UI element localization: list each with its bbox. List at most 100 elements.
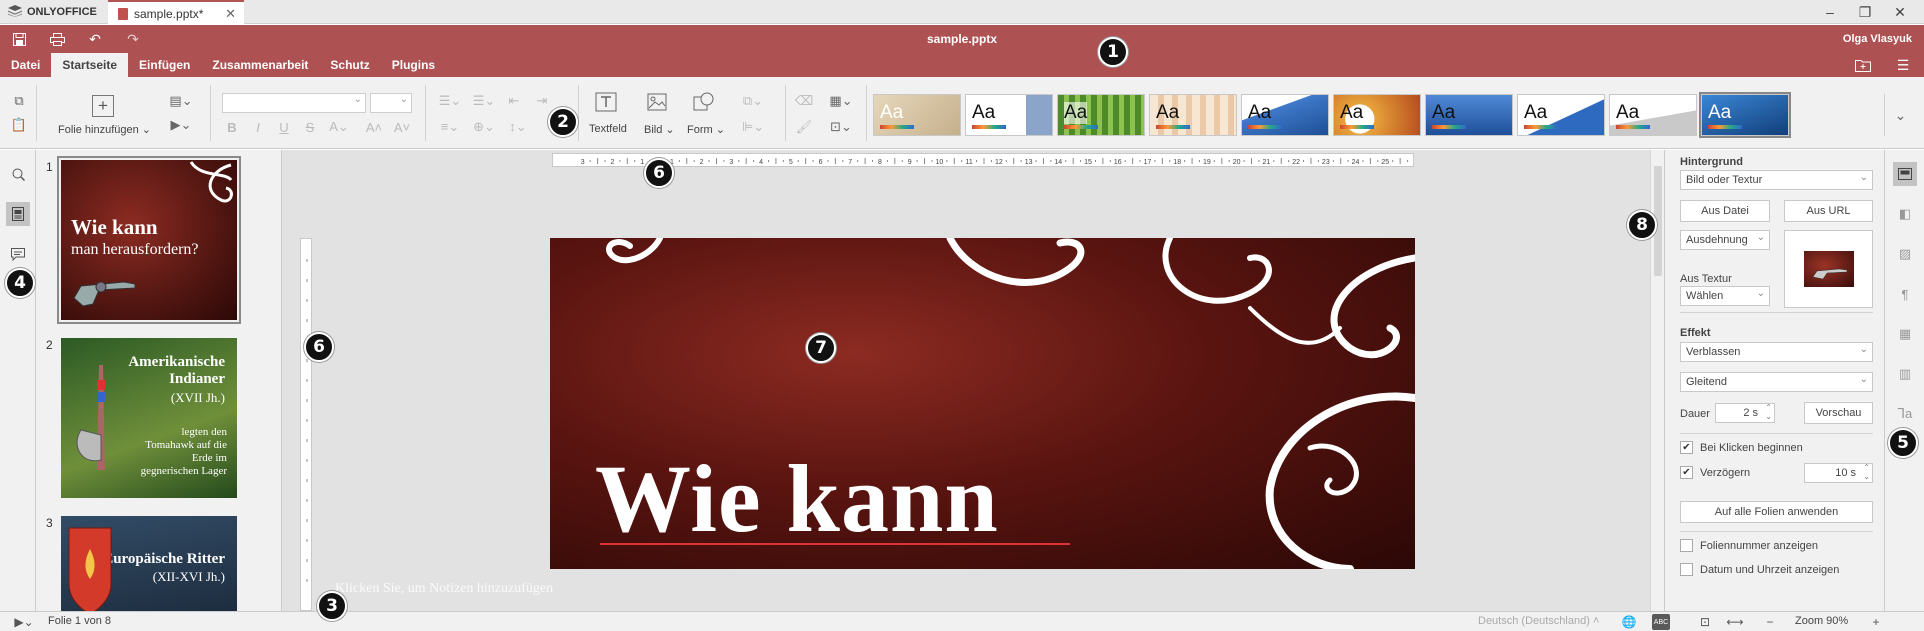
textbox-icon[interactable] xyxy=(594,91,618,113)
minimize-window-button[interactable]: – xyxy=(1810,0,1850,24)
tab-plugins[interactable]: Plugins xyxy=(381,53,446,77)
numbering-icon[interactable]: ☰⌄ xyxy=(472,93,496,109)
theme-5[interactable]: Aa xyxy=(1241,94,1329,136)
increase-font-icon[interactable]: A˄ xyxy=(366,119,382,135)
theme-gallery-expand-icon[interactable]: ⌄ xyxy=(1884,94,1916,136)
restore-window-button[interactable]: ❐ xyxy=(1845,0,1885,24)
open-file-location-icon[interactable] xyxy=(1853,56,1873,74)
vertical-align-icon[interactable]: ⊕⌄ xyxy=(472,119,496,135)
start-on-click-checkbox[interactable]: ✔ xyxy=(1680,441,1693,454)
font-color-icon[interactable]: A⌄ xyxy=(328,119,350,135)
comments-icon[interactable] xyxy=(6,242,30,266)
clear-style-icon[interactable]: ⌫ xyxy=(795,93,813,109)
search-icon[interactable] xyxy=(6,162,30,186)
tab-protection[interactable]: Schutz xyxy=(319,53,380,77)
table-settings-icon[interactable]: ▦ xyxy=(1893,322,1917,346)
preview-button[interactable]: Vorschau xyxy=(1804,402,1873,424)
tab-insert[interactable]: Einfügen xyxy=(128,53,201,77)
change-layout-icon[interactable]: ▤⌄ xyxy=(168,93,194,109)
slide-size-icon[interactable]: ⊡⌄ xyxy=(828,119,854,135)
color-scheme-icon[interactable]: ▦⌄ xyxy=(828,93,854,109)
decrease-indent-icon[interactable]: ⇤ xyxy=(506,93,522,109)
theme-8[interactable]: Aa xyxy=(1517,94,1605,136)
fill-type-select[interactable]: Bild oder Textur xyxy=(1680,170,1873,190)
shape-settings-icon[interactable]: ◧ xyxy=(1893,202,1917,226)
image-settings-icon[interactable]: ▨ xyxy=(1893,242,1917,266)
duration-spinner[interactable]: 2 s xyxy=(1715,403,1775,423)
shape-icon[interactable] xyxy=(691,91,717,113)
show-slide-number-checkbox[interactable] xyxy=(1680,539,1693,552)
image-button[interactable]: Bild ⌄ xyxy=(644,123,675,136)
close-tab-icon[interactable]: ✕ xyxy=(225,6,236,22)
fill-mode-select[interactable]: Ausdehnung xyxy=(1680,230,1770,250)
vertical-ruler[interactable] xyxy=(300,238,312,611)
horizontal-ruler[interactable]: 3 2 1 1 2 3 4 5 6 7 8 9 10 11 12 13 14 15 16 17 18 19 20 21 22 23… xyxy=(552,153,1414,167)
font-size-select[interactable] xyxy=(370,93,412,113)
tab-file[interactable]: Datei xyxy=(0,53,51,77)
add-slide-button[interactable]: Folie hinzufügen ⌄ xyxy=(58,123,151,136)
delay-checkbox[interactable]: ✔ xyxy=(1680,466,1693,479)
menu-icon[interactable]: ☰ xyxy=(1893,56,1913,74)
strikethrough-icon[interactable]: S xyxy=(302,119,318,135)
theme-6[interactable]: Aa xyxy=(1333,94,1421,136)
slide-thumbnail-3[interactable]: Europäische Ritter (XII-XVI Jh.) xyxy=(61,516,237,611)
chart-settings-icon[interactable]: ▥ xyxy=(1893,362,1917,386)
zoom-in-icon[interactable]: + xyxy=(1868,614,1884,630)
slideshow-start-icon[interactable]: ▶⌄ xyxy=(10,614,38,630)
from-file-button[interactable]: Aus Datei xyxy=(1680,200,1770,222)
effect-select[interactable]: Verblassen xyxy=(1680,342,1873,362)
app-home-tab[interactable]: ONLYOFFICE xyxy=(0,0,108,24)
spellcheck-icon[interactable]: ABC xyxy=(1652,614,1670,630)
font-family-select[interactable] xyxy=(222,93,366,113)
slide-settings-icon[interactable] xyxy=(1893,162,1917,186)
paste-icon[interactable]: 📋 xyxy=(10,117,28,133)
language-select[interactable]: Deutsch (Deutschland) ˄ xyxy=(1478,615,1599,627)
effect-type-select[interactable]: Gleitend xyxy=(1680,372,1873,392)
copy-style-icon[interactable]: 🖌 xyxy=(796,119,813,135)
paragraph-settings-icon[interactable]: ¶ xyxy=(1893,282,1917,306)
tab-home[interactable]: Startseite xyxy=(51,53,129,77)
theme-9[interactable]: Aa xyxy=(1609,94,1697,136)
textart-settings-icon[interactable]: Ꞁa xyxy=(1893,402,1917,426)
underline-icon[interactable]: U xyxy=(276,119,292,135)
add-slide-icon[interactable]: + xyxy=(92,95,114,117)
apply-to-all-slides-button[interactable]: Auf alle Folien anwenden xyxy=(1680,501,1873,523)
align-shape-icon[interactable]: ⊫⌄ xyxy=(740,119,766,135)
image-icon[interactable] xyxy=(645,91,669,113)
slide-thumbnail-1[interactable]: Wie kann man herausfordern? xyxy=(57,156,241,324)
theme-10-selected[interactable]: Aa xyxy=(1699,92,1791,138)
delay-spinner[interactable]: 10 s xyxy=(1804,463,1873,483)
theme-1[interactable]: Aa xyxy=(873,94,961,136)
user-name[interactable]: Olga Vlasyuk xyxy=(1843,33,1912,45)
close-window-button[interactable]: ✕ xyxy=(1880,0,1920,24)
textbox-button[interactable]: Textfeld xyxy=(589,123,627,135)
fit-to-width-icon[interactable]: ⟷ xyxy=(1726,614,1744,630)
theme-3[interactable]: Aa xyxy=(1057,94,1145,136)
line-spacing-icon[interactable]: ↕⌄ xyxy=(506,119,530,135)
theme-7[interactable]: Aa xyxy=(1425,94,1513,136)
from-url-button[interactable]: Aus URL xyxy=(1784,200,1873,222)
theme-2[interactable]: Aa xyxy=(965,94,1053,136)
zoom-out-icon[interactable]: − xyxy=(1762,614,1778,630)
increase-indent-icon[interactable]: ⇥ xyxy=(534,93,550,109)
bold-icon[interactable]: B xyxy=(224,119,240,135)
slide-title-text[interactable]: Wie kann xyxy=(595,443,999,554)
align-left-icon[interactable]: ≡⌄ xyxy=(438,119,462,135)
copy-icon[interactable]: ⧉ xyxy=(10,93,28,109)
italic-icon[interactable]: I xyxy=(250,119,266,135)
arrange-icon[interactable]: ⧉⌄ xyxy=(740,93,766,109)
tab-collaboration[interactable]: Zusammenarbeit xyxy=(201,53,319,77)
theme-4[interactable]: Aa xyxy=(1149,94,1237,136)
show-date-time-checkbox[interactable] xyxy=(1680,563,1693,576)
shape-button[interactable]: Form ⌄ xyxy=(687,123,725,136)
notes-placeholder[interactable]: Klicken Sie, um Notizen hinzuzufügen xyxy=(335,581,553,597)
start-slideshow-icon[interactable]: ▶⌄ xyxy=(168,117,194,133)
document-language-icon[interactable]: 🌐 xyxy=(1620,614,1638,630)
slides-panel-icon[interactable] xyxy=(6,202,30,226)
current-slide[interactable]: Wie kann xyxy=(550,238,1415,569)
texture-select[interactable]: Wählen xyxy=(1680,286,1770,306)
document-tab[interactable]: sample.pptx* ✕ xyxy=(108,0,244,25)
decrease-font-icon[interactable]: A˅ xyxy=(394,119,410,135)
slide-thumbnail-2[interactable]: Amerikanische Indianer (XVII Jh.) legten… xyxy=(61,338,237,498)
fit-to-slide-icon[interactable]: ⊡ xyxy=(1696,614,1714,630)
